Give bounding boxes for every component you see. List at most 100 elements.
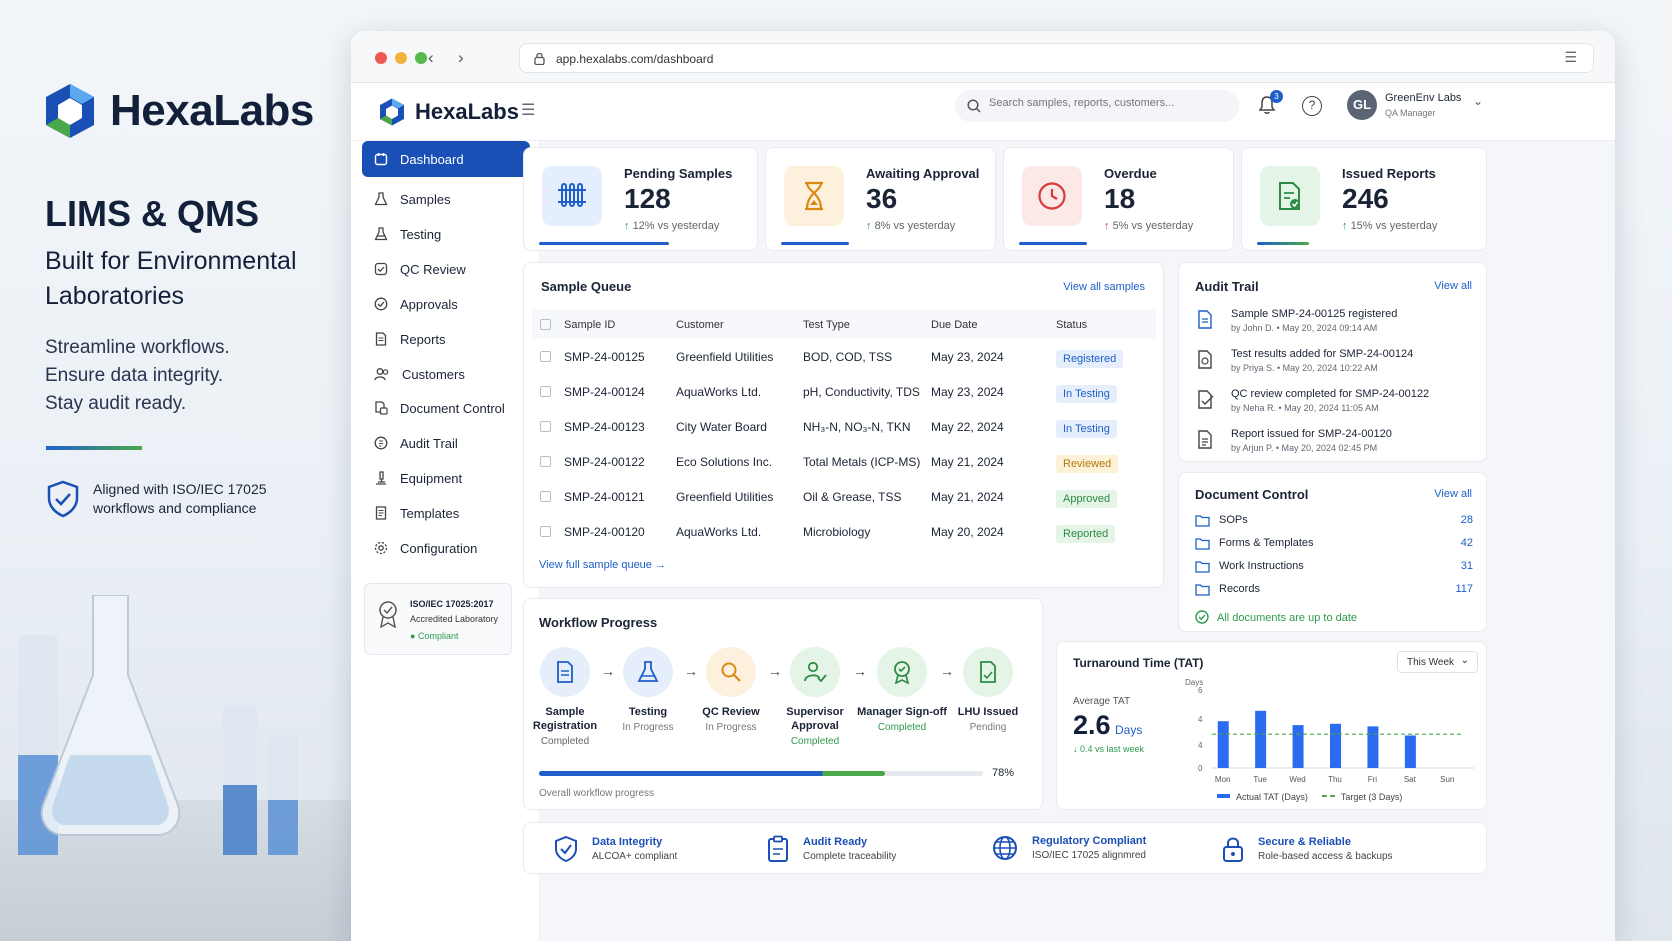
audit-icon bbox=[374, 436, 388, 450]
step-name: Sample Registration bbox=[532, 706, 598, 732]
column-header: Due Date bbox=[931, 319, 978, 331]
view-all-samples-link[interactable]: View all samples bbox=[1063, 281, 1145, 293]
audit-item[interactable]: Report issued for SMP-24-00120 by Arjun P… bbox=[1195, 428, 1485, 453]
shield-check-icon bbox=[374, 262, 388, 276]
step-name: LHU Issued bbox=[957, 706, 1019, 718]
workflow-progress-label: 78% bbox=[992, 767, 1015, 779]
table-row[interactable]: SMP-24-00124 AquaWorks Ltd. pH, Conducti… bbox=[524, 374, 1164, 409]
docs-view-all-link[interactable]: View all bbox=[1434, 488, 1472, 500]
sidebar-item-customers[interactable]: Customers bbox=[362, 356, 530, 392]
table-row[interactable]: SMP-24-00122 Eco Solutions Inc. Total Me… bbox=[524, 444, 1164, 479]
doc-folder-forms[interactable]: Forms & Templates 42 bbox=[1195, 536, 1473, 556]
sidebar-item-audit-trail[interactable]: Audit Trail bbox=[362, 425, 530, 461]
document-icon bbox=[1198, 310, 1212, 329]
app-window: ‹ › app.hexalabs.com/dashboard ☰ HexaLab… bbox=[351, 31, 1615, 941]
status-badge: Approved bbox=[1056, 490, 1118, 508]
kpi-change: ↑ 8% vs yesterday bbox=[866, 220, 955, 232]
workflow-step[interactable]: Testing In Progress bbox=[602, 647, 694, 733]
app-logo[interactable]: HexaLabs bbox=[379, 97, 519, 127]
docs-status-text: All documents are up to date bbox=[1217, 612, 1358, 624]
table-row[interactable]: SMP-24-00121 Greenfield Utilities Oil & … bbox=[524, 479, 1164, 514]
test-type: Total Metals (ICP-MS) bbox=[803, 455, 921, 469]
kpi-label: Pending Samples bbox=[624, 166, 733, 181]
workflow-step[interactable]: Sample Registration Completed bbox=[519, 647, 611, 747]
sidebar-item-samples[interactable]: Samples bbox=[362, 181, 530, 217]
row-checkbox[interactable] bbox=[540, 526, 551, 537]
sidebar-item-document-control[interactable]: Document Control bbox=[362, 390, 530, 426]
sample-queue-title: Sample Queue bbox=[541, 279, 632, 294]
kpi-card-issued-reports[interactable]: Issued Reports 246 ↑ 15% vs yesterday bbox=[1241, 147, 1487, 251]
back-icon[interactable]: ‹ bbox=[428, 48, 434, 68]
doc-folder-sops[interactable]: SOPs 28 bbox=[1195, 513, 1473, 533]
legend-target-swatch bbox=[1321, 795, 1335, 797]
table-row[interactable]: SMP-24-00120 AquaWorks Ltd. Microbiology… bbox=[524, 514, 1164, 549]
close-window-button[interactable] bbox=[375, 52, 387, 64]
sidebar-item-configuration[interactable]: Configuration bbox=[362, 530, 530, 566]
kpi-card-awaiting-approval[interactable]: Awaiting Approval 36 ↑ 8% vs yesterday bbox=[765, 147, 996, 251]
x-tick-label: Thu bbox=[1328, 775, 1342, 784]
select-all-checkbox[interactable] bbox=[540, 319, 551, 330]
workflow-step[interactable]: LHU Issued Pending bbox=[942, 647, 1034, 733]
sidebar-item-equipment[interactable]: Equipment bbox=[362, 460, 530, 496]
user-name: GreenEnv Labs bbox=[1385, 92, 1462, 104]
sidebar-item-dashboard[interactable]: Dashboard bbox=[362, 141, 530, 177]
kpi-card-pending-samples[interactable]: Pending Samples 128 ↑ 12% vs yesterday bbox=[523, 147, 758, 251]
kpi-change: ↑ 15% vs yesterday bbox=[1342, 220, 1437, 232]
sidebar-item-testing[interactable]: Testing bbox=[362, 216, 530, 252]
audit-item[interactable]: Sample SMP-24-00125 registered by John D.… bbox=[1195, 308, 1485, 333]
step-name: QC Review bbox=[702, 706, 760, 718]
sample-id: SMP-24-00125 bbox=[564, 350, 645, 364]
help-icon[interactable]: ? bbox=[1302, 96, 1322, 116]
sidebar-item-label: Customers bbox=[402, 366, 465, 382]
hamburger-icon[interactable]: ☰ bbox=[521, 100, 535, 120]
row-checkbox[interactable] bbox=[540, 456, 551, 467]
kpi-change-text: 5% vs yesterday bbox=[1112, 220, 1194, 232]
row-checkbox[interactable] bbox=[540, 491, 551, 502]
hourglass-icon bbox=[784, 166, 844, 226]
maximize-window-button[interactable] bbox=[415, 52, 427, 64]
tat-bar-chart: Days6440Mon Tue Wed Thu Fri Sat Sun bbox=[1185, 678, 1474, 784]
kpi-value: 18 bbox=[1104, 183, 1136, 214]
table-row[interactable]: SMP-24-00125 Greenfield Utilities BOD, C… bbox=[524, 339, 1164, 374]
feature-item: Secure & Reliable Role-based access & bac… bbox=[1222, 835, 1393, 863]
workflow-step[interactable]: Supervisor Approval Completed bbox=[769, 647, 861, 747]
feature-sub: ISO/IEC 17025 alignmred bbox=[1032, 850, 1146, 861]
sidebar-item-approvals[interactable]: Approvals bbox=[362, 286, 530, 322]
bar-thu bbox=[1330, 723, 1341, 768]
menu-icon[interactable]: ☰ bbox=[1564, 49, 1577, 66]
forward-icon[interactable]: › bbox=[458, 48, 464, 68]
row-checkbox[interactable] bbox=[540, 386, 551, 397]
workflow-step[interactable]: QC Review In Progress bbox=[685, 647, 777, 733]
minimize-window-button[interactable] bbox=[395, 52, 407, 64]
user-menu[interactable]: GL GreenEnv Labs QA Manager ⌄ bbox=[1347, 90, 1607, 124]
doc-label: Forms & Templates bbox=[1219, 537, 1314, 549]
audit-item[interactable]: Test results added for SMP-24-00124 by Pr… bbox=[1195, 348, 1485, 373]
step-status: Completed bbox=[540, 736, 590, 747]
check-circle-icon bbox=[1195, 610, 1209, 624]
sidebar-item-reports[interactable]: Reports bbox=[362, 321, 530, 357]
view-full-queue-link[interactable]: View full sample queue → bbox=[539, 559, 666, 571]
search-input[interactable] bbox=[989, 97, 1229, 109]
row-checkbox[interactable] bbox=[540, 421, 551, 432]
row-checkbox[interactable] bbox=[540, 351, 551, 362]
gear-icon bbox=[374, 541, 388, 555]
sidebar-item-qc-review[interactable]: QC Review bbox=[362, 251, 530, 287]
search-box[interactable] bbox=[955, 90, 1239, 122]
address-bar[interactable]: app.hexalabs.com/dashboard ☰ bbox=[519, 43, 1594, 73]
notifications-button[interactable]: 3 bbox=[1257, 90, 1283, 119]
audit-item[interactable]: QC review completed for SMP-24-00122 by N… bbox=[1195, 388, 1485, 413]
audit-view-all-link[interactable]: View all bbox=[1434, 280, 1472, 292]
sidebar-item-label: Reports bbox=[400, 331, 446, 347]
doc-folder-records[interactable]: Records 117 bbox=[1195, 582, 1473, 602]
kpi-card-overdue[interactable]: Overdue 18 ↑ 5% vs yesterday bbox=[1003, 147, 1234, 251]
feature-title: Secure & Reliable bbox=[1258, 836, 1351, 848]
workflow-step[interactable]: Manager Sign-off Completed bbox=[856, 647, 948, 733]
period-select[interactable]: This Week ⌄ bbox=[1397, 651, 1478, 673]
table-row[interactable]: SMP-24-00123 City Water Board NH₃-N, NO₃… bbox=[524, 409, 1164, 444]
folder-icon bbox=[1195, 538, 1210, 550]
sidebar-item-templates[interactable]: Templates bbox=[362, 495, 530, 531]
folder-icon bbox=[1195, 584, 1210, 596]
step-status: Completed bbox=[877, 722, 927, 733]
doc-folder-work-instructions[interactable]: Work Instructions 31 bbox=[1195, 559, 1473, 579]
beaker-icon bbox=[374, 227, 388, 241]
